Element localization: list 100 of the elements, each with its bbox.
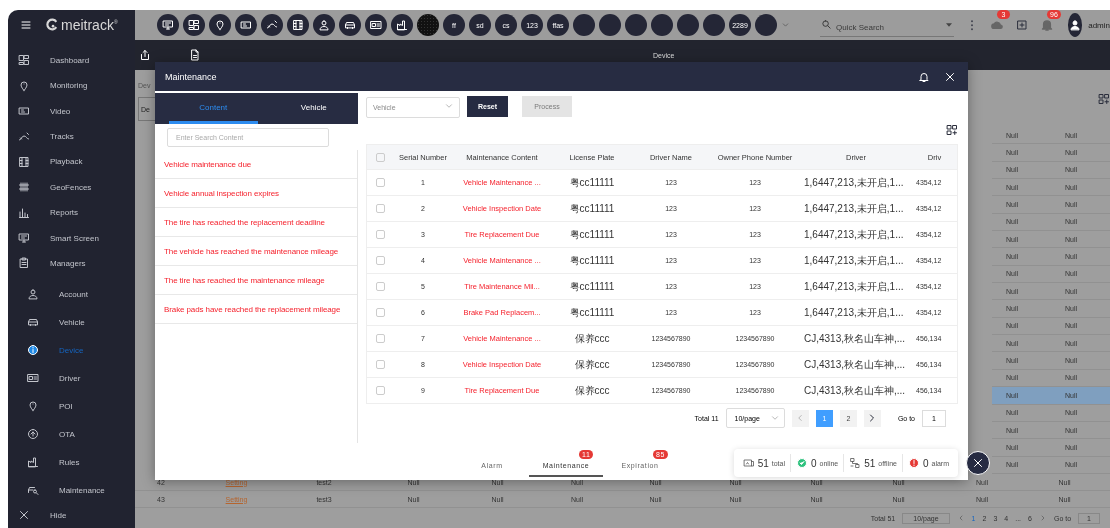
table-cell-text: 1,6447,213,未开启,1... [803, 227, 905, 242]
maintenance-content-item[interactable]: Brake pads have reached the replacement mileage [155, 295, 357, 324]
checkbox[interactable] [376, 334, 385, 343]
stat-value: 51 [757, 457, 769, 469]
monitor-icon [18, 232, 30, 245]
quick-access-button[interactable] [183, 14, 205, 36]
stat-value: 0 [922, 457, 929, 469]
route-icon [18, 130, 30, 143]
sidebar-item[interactable]: Dashboard [8, 47, 135, 74]
share-icon[interactable] [139, 49, 151, 61]
person-icon [27, 288, 39, 301]
table-cell-text: 粤cc11111 [568, 175, 616, 190]
logo-text: meitrack$^{®}$ [61, 16, 118, 33]
sidebar-item[interactable]: Device [8, 336, 135, 365]
quick-access-button[interactable] [157, 14, 179, 36]
car-icon [27, 316, 39, 329]
stat-value: 51 [864, 457, 876, 469]
maintenance-content-item[interactable]: The tire has reached the replacement deadline [155, 208, 357, 237]
table-cell-text: 1,6447,213,未开启,1... [803, 305, 905, 320]
sidebar-item[interactable]: GeoFences [8, 174, 135, 200]
menu-icon[interactable] [20, 18, 32, 31]
video-icon [18, 105, 30, 118]
film-icon [292, 19, 304, 31]
quick-access-button[interactable] [209, 14, 231, 36]
sidebar-item[interactable]: Account [8, 280, 135, 309]
sidebar-item[interactable]: Monitoring [8, 73, 135, 99]
checkbox[interactable] [376, 178, 385, 187]
factory-icon [396, 19, 408, 31]
quick-access-button[interactable] [261, 14, 283, 36]
dropdown-caret-icon [946, 23, 952, 27]
stat-value: 0 [811, 457, 817, 469]
checkbox[interactable] [376, 282, 385, 291]
checkbox[interactable] [376, 386, 385, 395]
close-icon [972, 457, 984, 469]
sidebar-item[interactable]: Video [8, 98, 135, 124]
file-icon[interactable] [189, 49, 201, 61]
film-icon [18, 155, 30, 168]
car-icon [344, 19, 356, 31]
close-icon[interactable] [944, 70, 956, 83]
tab[interactable]: Content [169, 93, 258, 124]
sidebar-item[interactable]: Playback [8, 149, 135, 175]
sidebar-item[interactable]: Reports [8, 200, 135, 226]
checkbox[interactable] [376, 308, 385, 317]
pin-icon [214, 19, 226, 31]
quick-access-button[interactable] [391, 14, 413, 36]
checkbox[interactable] [376, 360, 385, 369]
table-cell-text: 1,6447,213,未开启,1... [803, 253, 905, 268]
quick-access-button[interactable] [235, 14, 257, 36]
factory-icon [27, 456, 39, 469]
sidebar-item[interactable]: Driver [8, 364, 135, 393]
quick-access-image-button[interactable] [417, 14, 439, 36]
bell-icon[interactable] [918, 70, 930, 83]
car-search-icon [27, 484, 39, 497]
quick-access-button[interactable] [313, 14, 335, 36]
info-icon [27, 344, 39, 357]
sidebar-item[interactable]: Managers [8, 250, 135, 277]
table-cell-text: 保养ccc [573, 357, 611, 372]
next-page-button[interactable] [863, 409, 881, 427]
fence-icon [18, 181, 30, 194]
quick-access-button[interactable] [287, 14, 309, 36]
id-card-icon [27, 372, 39, 385]
sidebar-item[interactable]: OTA [8, 420, 135, 449]
sidebar-item[interactable]: Maintenance [8, 476, 135, 505]
maintenance-content-item[interactable]: The vehicle has reached the maintenance mileage [155, 237, 357, 266]
maintenance-content-item[interactable]: Vehicle maintenance due [155, 150, 357, 179]
hide-sidebar-button[interactable]: Hide [8, 504, 135, 526]
quick-search-field[interactable]: Quick Search [820, 19, 954, 37]
chevron-down-icon [769, 413, 780, 423]
sidebar-item[interactable]: POI [8, 392, 135, 421]
avatar[interactable] [1068, 13, 1083, 37]
table-cell-text: 1,6447,213,未开启,1... [803, 201, 905, 216]
table-cell-text: CJ,4313,秋名山车神,... [803, 357, 907, 372]
quick-access-button[interactable] [339, 14, 361, 36]
clipboard-icon [18, 257, 30, 270]
grid-plus-icon[interactable] [946, 124, 958, 136]
logo-icon [46, 18, 59, 32]
sidebar-item[interactable]: Smart Screen [8, 225, 135, 251]
pin-icon [18, 79, 30, 92]
pin-icon [27, 400, 39, 413]
grid-icon [18, 54, 30, 67]
video-icon [240, 19, 252, 31]
maintenance-content-item[interactable]: Vehicle annual inspection expires [155, 179, 357, 208]
table-cell-text: CJ,4313,秋名山车神,... [803, 383, 907, 398]
maintenance-content-item[interactable]: The tire has reached the maintenance mileage [155, 266, 357, 295]
table-cell-text: 粤cc11111 [568, 201, 616, 216]
sidebar-item[interactable]: Rules [8, 448, 135, 477]
checkbox[interactable] [376, 152, 385, 162]
checkbox[interactable] [376, 204, 385, 213]
checkbox[interactable] [376, 230, 385, 239]
user-name[interactable]: admin [1088, 20, 1110, 30]
quick-access-button[interactable] [365, 14, 387, 36]
checkbox[interactable] [376, 256, 385, 265]
sidebar-item[interactable]: Vehicle [8, 308, 135, 337]
close-icon [18, 509, 30, 522]
tab[interactable]: Vehicle [269, 93, 358, 124]
bar-chart-icon [18, 206, 30, 219]
monitor-icon [162, 19, 174, 31]
table-cell-text: 粤cc11111 [568, 253, 616, 268]
sidebar-item[interactable]: Tracks [8, 123, 135, 150]
grid-icon [188, 19, 200, 31]
